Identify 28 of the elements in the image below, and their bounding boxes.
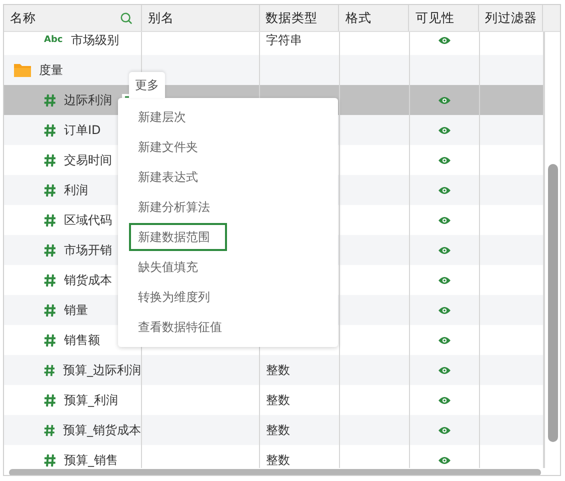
field-name: 度量 <box>39 62 63 78</box>
field-name: 市场级别 <box>70 32 119 48</box>
field-name: 区域代码 <box>64 212 112 228</box>
column-header: 列过滤器 <box>479 5 544 31</box>
field-name: 预算_边际利润 <box>63 362 141 378</box>
column-header: 格式 <box>339 5 410 31</box>
field-name: 边际利润 <box>64 92 112 108</box>
data-type: 整数 <box>266 422 290 438</box>
column-header: 可见性 <box>409 5 480 31</box>
field-name: 销量 <box>64 302 88 318</box>
column-header: 别名 <box>142 5 260 31</box>
column-header: 数据类型 <box>260 5 340 31</box>
field-name: 市场开销 <box>64 242 112 258</box>
field-name: 销货成本 <box>64 272 112 288</box>
data-type: 整数 <box>266 452 290 468</box>
field-name: 预算_利润 <box>64 392 118 408</box>
column-label: 名称 <box>10 10 36 26</box>
field-name: 交易时间 <box>64 152 112 168</box>
text-type-icon: Abc <box>44 35 63 45</box>
menu-title: 更多 <box>129 72 165 98</box>
field-name: 预算_销售 <box>64 452 118 468</box>
data-type: 整数 <box>266 362 290 378</box>
field-name: 订单ID <box>64 122 101 138</box>
field-name: 预算_销货成本 <box>63 422 141 438</box>
data-type: 字符串 <box>266 32 302 48</box>
field-name: 利润 <box>64 182 88 198</box>
field-name: 销售额 <box>64 332 100 348</box>
data-type: 整数 <box>266 392 290 408</box>
